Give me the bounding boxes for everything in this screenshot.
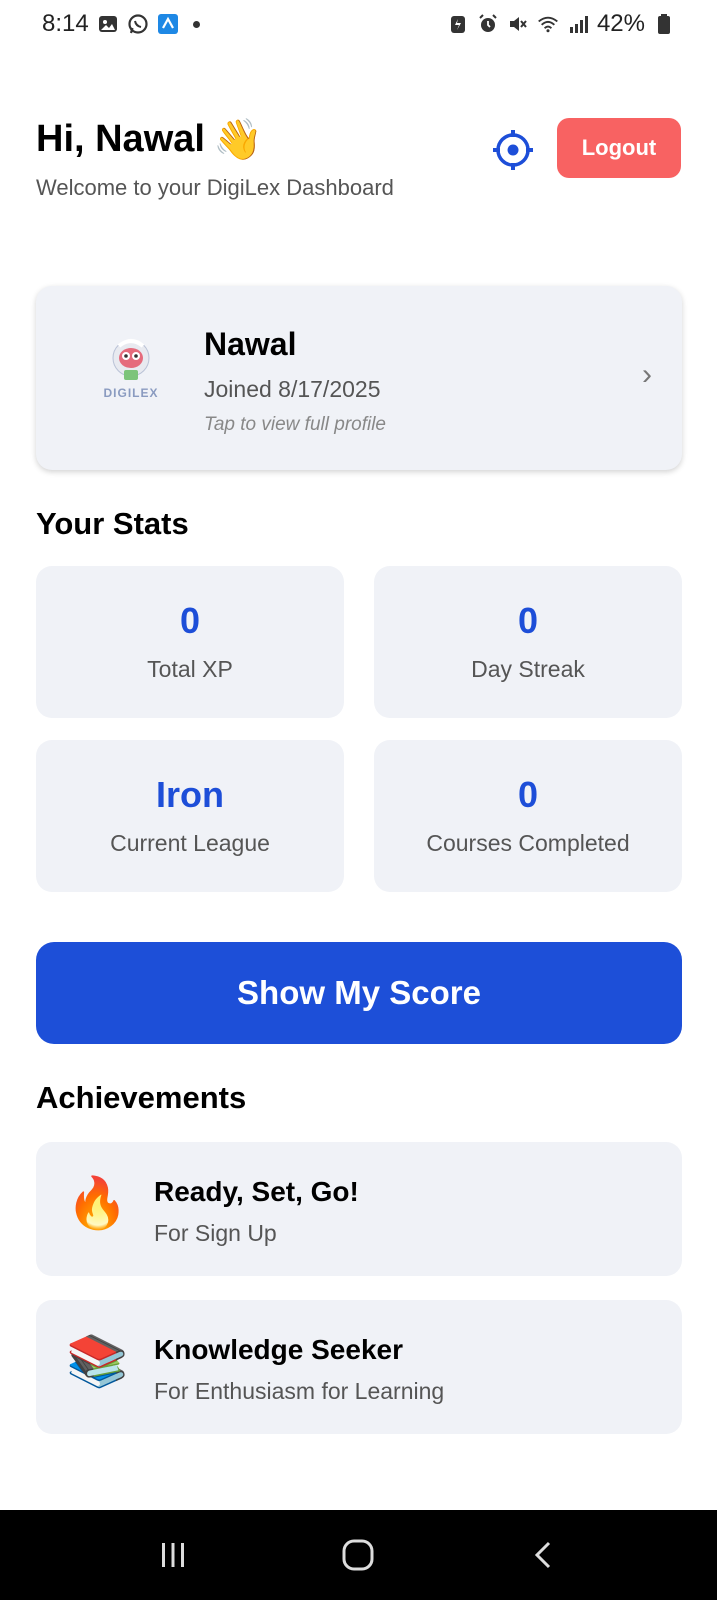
stat-label: Current League <box>110 830 270 856</box>
achievement-description: For Sign Up <box>154 1220 277 1246</box>
stat-card-total-xp: 0 Total XP <box>36 566 344 718</box>
stat-card-day-streak: 0 Day Streak <box>374 566 682 718</box>
fire-icon: 🔥 <box>66 1175 129 1231</box>
dashboard-header: Hi, Nawal 👋 Welcome to your DigiLex Dash… <box>36 118 681 218</box>
recent-apps-button[interactable] <box>143 1525 203 1585</box>
achievement-description: For Enthusiasm for Learning <box>154 1378 445 1404</box>
status-bar-right: 42% <box>447 10 675 38</box>
wifi-icon <box>537 13 559 35</box>
battery-percent: 42% <box>596 10 645 37</box>
battery-saver-icon <box>447 13 469 35</box>
profile-tap-hint: Tap to view full profile <box>204 414 387 435</box>
status-time: 8:14 <box>42 10 89 37</box>
status-bar-left: 8:14 <box>42 10 200 38</box>
achievement-card: 🔥 Ready, Set, Go! For Sign Up <box>36 1142 682 1276</box>
whatsapp-icon <box>127 13 149 35</box>
stat-value: 0 <box>517 600 539 641</box>
mute-icon <box>507 13 529 35</box>
stat-value: Iron <box>156 774 224 815</box>
logout-button[interactable]: Logout <box>557 118 681 178</box>
stat-value: 0 <box>517 774 539 815</box>
show-my-score-button[interactable]: Show My Score <box>36 942 682 1044</box>
back-button[interactable] <box>514 1525 574 1585</box>
stat-label: Courses Completed <box>426 830 630 856</box>
books-icon: 📚 <box>66 1333 129 1389</box>
chevron-right-icon: › <box>642 358 652 391</box>
status-bar: 8:14 42% <box>0 0 717 48</box>
app-icon <box>157 13 179 35</box>
stat-card-courses-completed: 0 Courses Completed <box>374 740 682 892</box>
logo-wordmark: DIGILEX <box>103 386 159 400</box>
stat-card-current-league: Iron Current League <box>36 740 344 892</box>
signal-icon <box>567 13 589 35</box>
wave-hand-icon: 👋 <box>212 117 263 162</box>
home-button[interactable] <box>328 1525 388 1585</box>
profile-card[interactable]: DIGILEX Nawal Joined 8/17/2025 Tap to vi… <box>36 286 682 470</box>
system-nav-bar <box>0 1510 717 1600</box>
battery-icon <box>653 13 675 35</box>
profile-name: Nawal <box>204 326 297 362</box>
alarm-icon <box>477 13 499 35</box>
settings-icon[interactable] <box>491 128 535 172</box>
stats-section-title: Your Stats <box>36 506 189 541</box>
stat-label: Total XP <box>147 656 233 682</box>
stat-label: Day Streak <box>471 656 585 682</box>
notification-dot <box>192 20 200 28</box>
gallery-icon <box>97 13 119 35</box>
welcome-subtitle: Welcome to your DigiLex Dashboard <box>36 175 394 200</box>
achievements-section-title: Achievements <box>36 1080 247 1115</box>
digilex-logo: DIGILEX <box>76 334 186 414</box>
profile-joined-date: Joined 8/17/2025 <box>204 376 381 402</box>
greeting-text: Hi, Nawal <box>36 118 205 160</box>
stat-value: 0 <box>179 600 201 641</box>
achievement-title: Ready, Set, Go! <box>154 1176 359 1207</box>
achievement-card: 📚 Knowledge Seeker For Enthusiasm for Le… <box>36 1300 682 1434</box>
achievement-title: Knowledge Seeker <box>154 1334 403 1365</box>
